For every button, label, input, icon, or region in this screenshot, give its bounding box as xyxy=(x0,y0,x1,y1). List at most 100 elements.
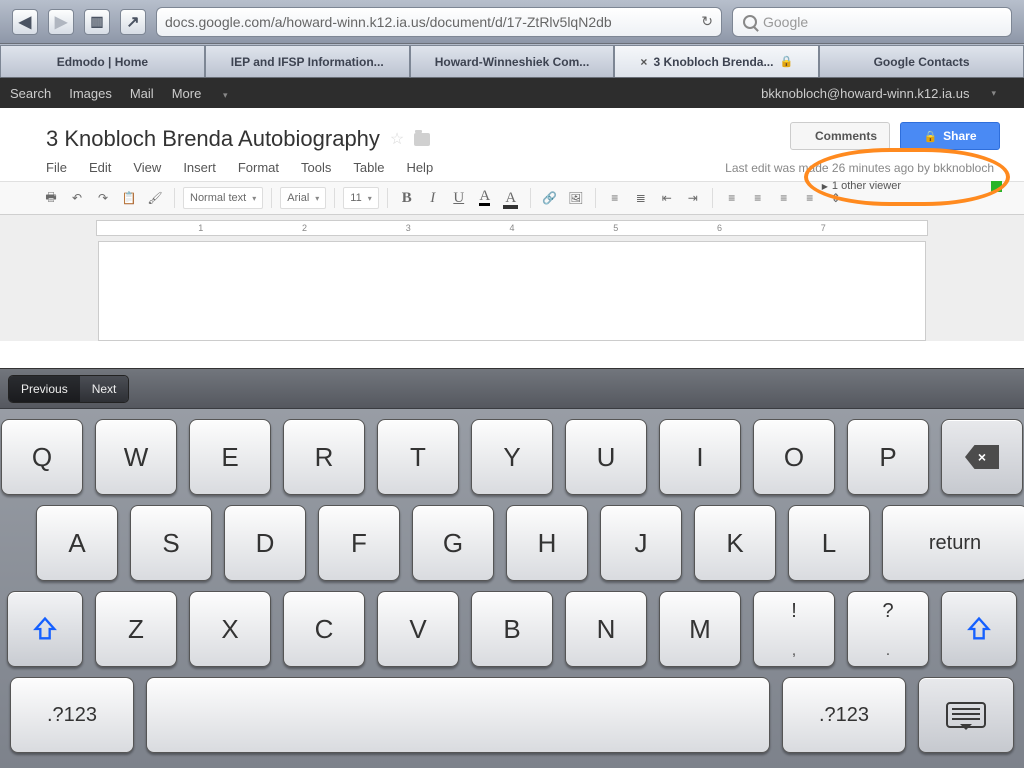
key-l[interactable]: L xyxy=(788,505,870,581)
key-v[interactable]: V xyxy=(377,591,459,667)
key-w[interactable]: W xyxy=(95,419,177,495)
link-button[interactable]: 🔗 xyxy=(539,187,561,209)
bold-button[interactable]: B xyxy=(396,187,418,209)
clipboard-icon[interactable]: 📋 xyxy=(118,187,140,209)
gbar-mail[interactable]: Mail xyxy=(130,86,154,101)
font-size-select[interactable]: 11▾ xyxy=(343,187,378,209)
key-y[interactable]: Y xyxy=(471,419,553,495)
bulleted-list-button[interactable]: ≣ xyxy=(630,187,652,209)
align-justify-button[interactable]: ≡ xyxy=(799,187,821,209)
key-space[interactable] xyxy=(146,677,770,753)
key-q[interactable]: Q xyxy=(1,419,83,495)
gbar-user[interactable]: bkknobloch@howard-winn.k12.ia.us ▾ xyxy=(761,86,1014,101)
key-m[interactable]: M xyxy=(659,591,741,667)
next-button[interactable]: Next xyxy=(80,376,129,402)
key-p[interactable]: P xyxy=(847,419,929,495)
italic-button[interactable]: I xyxy=(422,187,444,209)
previous-button[interactable]: Previous xyxy=(9,376,80,402)
key-j[interactable]: J xyxy=(600,505,682,581)
key-r[interactable]: R xyxy=(283,419,365,495)
tab-1[interactable]: IEP and IFSP Information... xyxy=(205,45,410,77)
text-color-button[interactable]: A xyxy=(474,187,496,209)
forward-button[interactable]: ▶ xyxy=(48,9,74,35)
menu-tools[interactable]: Tools xyxy=(301,160,331,175)
key-backspace[interactable]: × xyxy=(941,419,1023,495)
comments-button[interactable]: Comments xyxy=(790,122,890,150)
close-icon[interactable]: × xyxy=(640,55,647,69)
tab-0[interactable]: Edmodo | Home xyxy=(0,45,205,77)
keyboard-row-4: .?123 .?123 xyxy=(0,667,1024,763)
indent-button[interactable]: ⇥ xyxy=(682,187,704,209)
viewer-indicator[interactable]: ▶ 1 other viewer xyxy=(822,180,1002,192)
key-numbers-right[interactable]: .?123 xyxy=(782,677,906,753)
highlight-color-button[interactable]: A xyxy=(500,187,522,209)
redo-icon[interactable]: ↷ xyxy=(92,187,114,209)
ruler-tick: 1 xyxy=(198,223,203,233)
menu-edit[interactable]: Edit xyxy=(89,160,111,175)
url-field[interactable]: docs.google.com/a/howard-winn.k12.ia.us/… xyxy=(156,7,722,37)
outdent-button[interactable]: ⇤ xyxy=(656,187,678,209)
key-s[interactable]: S xyxy=(130,505,212,581)
key-i[interactable]: I xyxy=(659,419,741,495)
key-shift-left[interactable] xyxy=(7,591,83,667)
reload-icon[interactable]: ↻ xyxy=(701,13,713,30)
menu-view[interactable]: View xyxy=(133,160,161,175)
share-button[interactable]: ↗ xyxy=(120,9,146,35)
key-f[interactable]: F xyxy=(318,505,400,581)
key-g[interactable]: G xyxy=(412,505,494,581)
tab-4[interactable]: Google Contacts xyxy=(819,45,1024,77)
paint-format-icon[interactable]: 🖌 xyxy=(144,187,166,209)
gbar-images[interactable]: Images xyxy=(69,86,112,101)
gbar-search[interactable]: Search xyxy=(10,86,51,101)
doc-title[interactable]: 3 Knobloch Brenda Autobiography xyxy=(46,126,380,152)
menu-table[interactable]: Table xyxy=(353,160,384,175)
share-button[interactable]: 🔒Share xyxy=(900,122,1000,150)
back-button[interactable]: ◀ xyxy=(12,9,38,35)
key-numbers-left[interactable]: .?123 xyxy=(10,677,134,753)
paragraph-style-select[interactable]: Normal text▾ xyxy=(183,187,263,209)
align-right-button[interactable]: ≡ xyxy=(773,187,795,209)
key-e[interactable]: E xyxy=(189,419,271,495)
underline-button[interactable]: U xyxy=(448,187,470,209)
tab-3[interactable]: × 3 Knobloch Brenda... 🔒 xyxy=(614,45,819,77)
align-center-button[interactable]: ≡ xyxy=(747,187,769,209)
image-button[interactable]: 🖼 xyxy=(565,187,587,209)
key-z[interactable]: Z xyxy=(95,591,177,667)
key-period[interactable]: ?. xyxy=(847,591,929,667)
key-c[interactable]: C xyxy=(283,591,365,667)
separator xyxy=(387,188,388,208)
star-icon[interactable]: ☆ xyxy=(390,129,404,149)
key-a[interactable]: A xyxy=(36,505,118,581)
key-hide-keyboard[interactable] xyxy=(918,677,1014,753)
key-u[interactable]: U xyxy=(565,419,647,495)
undo-icon[interactable]: ↶ xyxy=(66,187,88,209)
key-h[interactable]: H xyxy=(506,505,588,581)
bookmarks-button[interactable]: ▥ xyxy=(84,9,110,35)
edit-status: Last edit was made 26 minutes ago by bkk… xyxy=(725,161,994,175)
align-left-button[interactable]: ≡ xyxy=(721,187,743,209)
menu-insert[interactable]: Insert xyxy=(183,160,216,175)
document-page[interactable] xyxy=(98,241,926,341)
search-field[interactable]: Google xyxy=(732,7,1012,37)
key-n[interactable]: N xyxy=(565,591,647,667)
menu-format[interactable]: Format xyxy=(238,160,279,175)
print-icon[interactable]: 🖶 xyxy=(40,187,62,209)
tab-2[interactable]: Howard-Winneshiek Com... xyxy=(410,45,615,77)
key-b[interactable]: B xyxy=(471,591,553,667)
key-k[interactable]: K xyxy=(694,505,776,581)
numbered-list-button[interactable]: ≡ xyxy=(604,187,626,209)
key-shift-right[interactable] xyxy=(941,591,1017,667)
key-return[interactable]: return xyxy=(882,505,1024,581)
shift-icon xyxy=(965,615,993,643)
key-x[interactable]: X xyxy=(189,591,271,667)
menu-file[interactable]: File xyxy=(46,160,67,175)
key-d[interactable]: D xyxy=(224,505,306,581)
menu-help[interactable]: Help xyxy=(406,160,433,175)
folder-icon[interactable] xyxy=(414,133,430,146)
key-comma[interactable]: !, xyxy=(753,591,835,667)
key-t[interactable]: T xyxy=(377,419,459,495)
tab-strip: Edmodo | Home IEP and IFSP Information..… xyxy=(0,44,1024,78)
key-o[interactable]: O xyxy=(753,419,835,495)
font-select[interactable]: Arial▾ xyxy=(280,187,326,209)
gbar-more[interactable]: More ▾ xyxy=(172,86,246,101)
